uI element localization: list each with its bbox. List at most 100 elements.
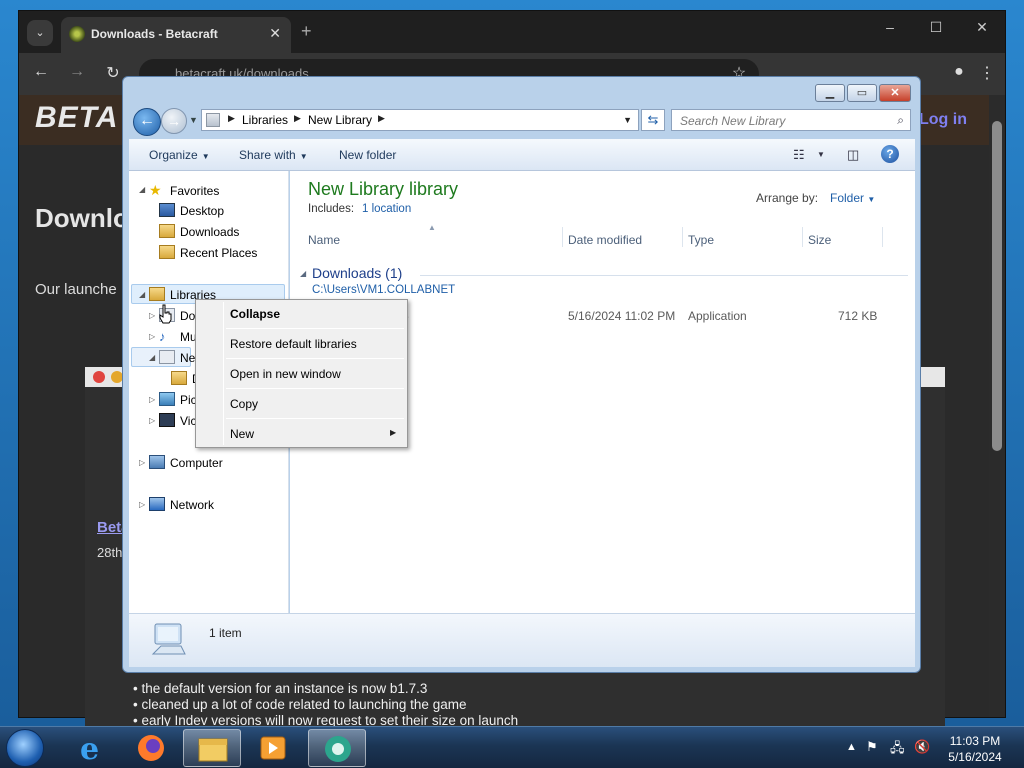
tree-item-music[interactable]: ♪ Mu [159, 329, 197, 349]
clock-date: 5/16/2024 [948, 750, 1002, 764]
expand-arrow-icon[interactable]: ◢ [139, 290, 145, 299]
close-button[interactable]: ✕ [959, 19, 1005, 36]
back-button[interactable]: ← [133, 108, 161, 136]
browser-tab[interactable]: Downloads - Betacraft ✕ [61, 17, 291, 53]
tree-label: Favorites [170, 184, 220, 198]
tree-label: Network [170, 498, 215, 512]
tree-item-pictures[interactable]: Pic [159, 392, 197, 412]
site-logo[interactable]: BETA [35, 101, 118, 135]
group-header-downloads[interactable]: Downloads (1) [312, 265, 402, 281]
explorer-address-bar[interactable]: ▶ Libraries ▶ New Library ▶ ▼ [201, 109, 639, 131]
preview-pane-icon[interactable]: ◫ [847, 147, 859, 163]
collapse-arrow-icon[interactable]: ▷ [149, 395, 155, 404]
collapse-arrow-icon[interactable]: ▷ [149, 416, 155, 425]
column-header-type[interactable]: Type [688, 233, 714, 247]
file-date-cell: 5/16/2024 11:02 PM [568, 309, 676, 323]
tree-item-videos[interactable]: Vic [159, 413, 196, 433]
system-clock[interactable]: 11:03 PM 5/16/2024 [940, 733, 1010, 765]
network-tray-icon[interactable]: 🖧 [890, 739, 905, 761]
breadcrumb-new-library[interactable]: New Library [308, 113, 372, 127]
svg-text:e: e [80, 732, 99, 767]
column-divider[interactable] [802, 227, 803, 247]
tab-close-icon[interactable]: ✕ [269, 25, 281, 42]
music-icon: ♪ [159, 329, 166, 344]
volume-muted-icon[interactable]: 🔇 [914, 739, 930, 755]
arrange-by-dropdown[interactable]: Folder ▼ [830, 191, 875, 205]
expand-arrow-icon[interactable]: ◢ [139, 185, 145, 194]
collapse-arrow-icon[interactable]: ▷ [149, 332, 155, 341]
page-scrollbar-thumb[interactable] [992, 121, 1002, 451]
column-header-size[interactable]: Size [808, 233, 831, 247]
maximize-button[interactable]: ☐ [913, 19, 959, 36]
search-input[interactable]: Search New Library ⌕ [671, 109, 911, 131]
tab-search-button[interactable]: ⌄ [27, 20, 53, 46]
menu-item-collapse[interactable]: Collapse [230, 307, 280, 321]
column-divider[interactable] [562, 227, 563, 247]
start-button[interactable] [6, 729, 44, 767]
menu-item-new[interactable]: New [230, 427, 254, 441]
tree-item-new-library[interactable]: Ne [159, 350, 195, 370]
help-icon[interactable]: ? [881, 145, 899, 163]
column-header-name[interactable]: Name [308, 233, 340, 247]
explorer-close-button[interactable]: ✕ [879, 84, 911, 102]
organize-button[interactable]: Organize ▼ [149, 148, 210, 162]
tree-item-downloads[interactable]: Downloads [159, 224, 239, 244]
taskbar-ie-icon[interactable]: e [62, 729, 120, 767]
group-collapse-icon[interactable]: ◢ [300, 269, 306, 278]
context-menu: Collapse Restore default libraries Open … [195, 299, 408, 448]
share-with-button[interactable]: Share with ▼ [239, 148, 308, 162]
tree-item-network[interactable]: Network [149, 497, 214, 517]
taskbar: e ▲ ⚑ 🖧 🔇 11:03 PM 5/16/2024 [0, 726, 1024, 768]
menu-item-open-in-new-window[interactable]: Open in new window [230, 367, 341, 381]
profile-icon[interactable]: ● [947, 63, 971, 81]
change-view-icon[interactable]: ☷ [793, 147, 805, 163]
library-icon [206, 113, 220, 127]
action-center-flag-icon[interactable]: ⚑ [866, 739, 878, 755]
forward-arrow-icon[interactable]: → [65, 63, 89, 81]
tree-item-favorites[interactable]: ★ Favorites [149, 182, 219, 202]
taskbar-explorer-icon[interactable] [183, 729, 241, 767]
downloads-folder-icon [159, 224, 175, 238]
menu-kebab-icon[interactable]: ⋮ [975, 63, 999, 83]
tree-label: Computer [170, 456, 223, 470]
details-pane: 1 item [129, 613, 915, 667]
breadcrumb-separator-icon[interactable]: ▶ [228, 113, 235, 124]
explorer-minimize-button[interactable]: ▁ [815, 84, 845, 102]
minimize-button[interactable]: – [867, 19, 913, 35]
collapse-arrow-icon[interactable]: ▷ [139, 458, 145, 467]
expand-arrow-icon[interactable]: ◢ [149, 353, 155, 362]
tree-item-desktop[interactable]: Desktop [159, 203, 224, 223]
menu-item-restore-default-libraries[interactable]: Restore default libraries [230, 337, 357, 351]
show-hidden-icons-icon[interactable]: ▲ [846, 741, 857, 753]
tree-label: Vic [180, 414, 197, 428]
hand-cursor-icon [159, 304, 172, 324]
view-dropdown-icon[interactable]: ▼ [817, 150, 825, 159]
item-count: 1 item [209, 626, 242, 640]
forward-button[interactable]: → [161, 108, 187, 134]
menu-item-copy[interactable]: Copy [230, 397, 258, 411]
taskbar-media-player-icon[interactable] [244, 729, 302, 767]
collapse-arrow-icon[interactable]: ▷ [149, 311, 155, 320]
collapse-arrow-icon[interactable]: ▷ [139, 500, 145, 509]
column-header-date-modified[interactable]: Date modified [568, 233, 642, 247]
new-folder-button[interactable]: New folder [339, 148, 396, 162]
tree-item-computer[interactable]: Computer [149, 455, 223, 475]
recent-pages-dropdown-icon[interactable]: ▼ [189, 115, 198, 125]
tree-item-recent-places[interactable]: Recent Places [159, 245, 257, 265]
explorer-maximize-button[interactable]: ▭ [847, 84, 877, 102]
new-tab-button[interactable]: + [301, 21, 312, 42]
breadcrumb-libraries[interactable]: Libraries [242, 113, 288, 127]
taskbar-firefox-icon[interactable] [122, 729, 180, 767]
column-divider[interactable] [682, 227, 683, 247]
column-divider[interactable] [882, 227, 883, 247]
tree-label: Recent Places [180, 246, 258, 260]
login-link[interactable]: Log in [919, 111, 967, 129]
breadcrumb-separator-icon[interactable]: ▶ [378, 113, 385, 124]
search-icon[interactable]: ⌕ [897, 113, 904, 128]
address-dropdown-icon[interactable]: ▼ [623, 115, 632, 125]
refresh-button[interactable]: ⇆ [641, 109, 665, 131]
back-arrow-icon[interactable]: ← [29, 63, 53, 81]
includes-locations-link[interactable]: 1 location [362, 203, 411, 215]
taskbar-chrome-icon[interactable] [308, 729, 366, 767]
breadcrumb-separator-icon[interactable]: ▶ [294, 113, 301, 124]
